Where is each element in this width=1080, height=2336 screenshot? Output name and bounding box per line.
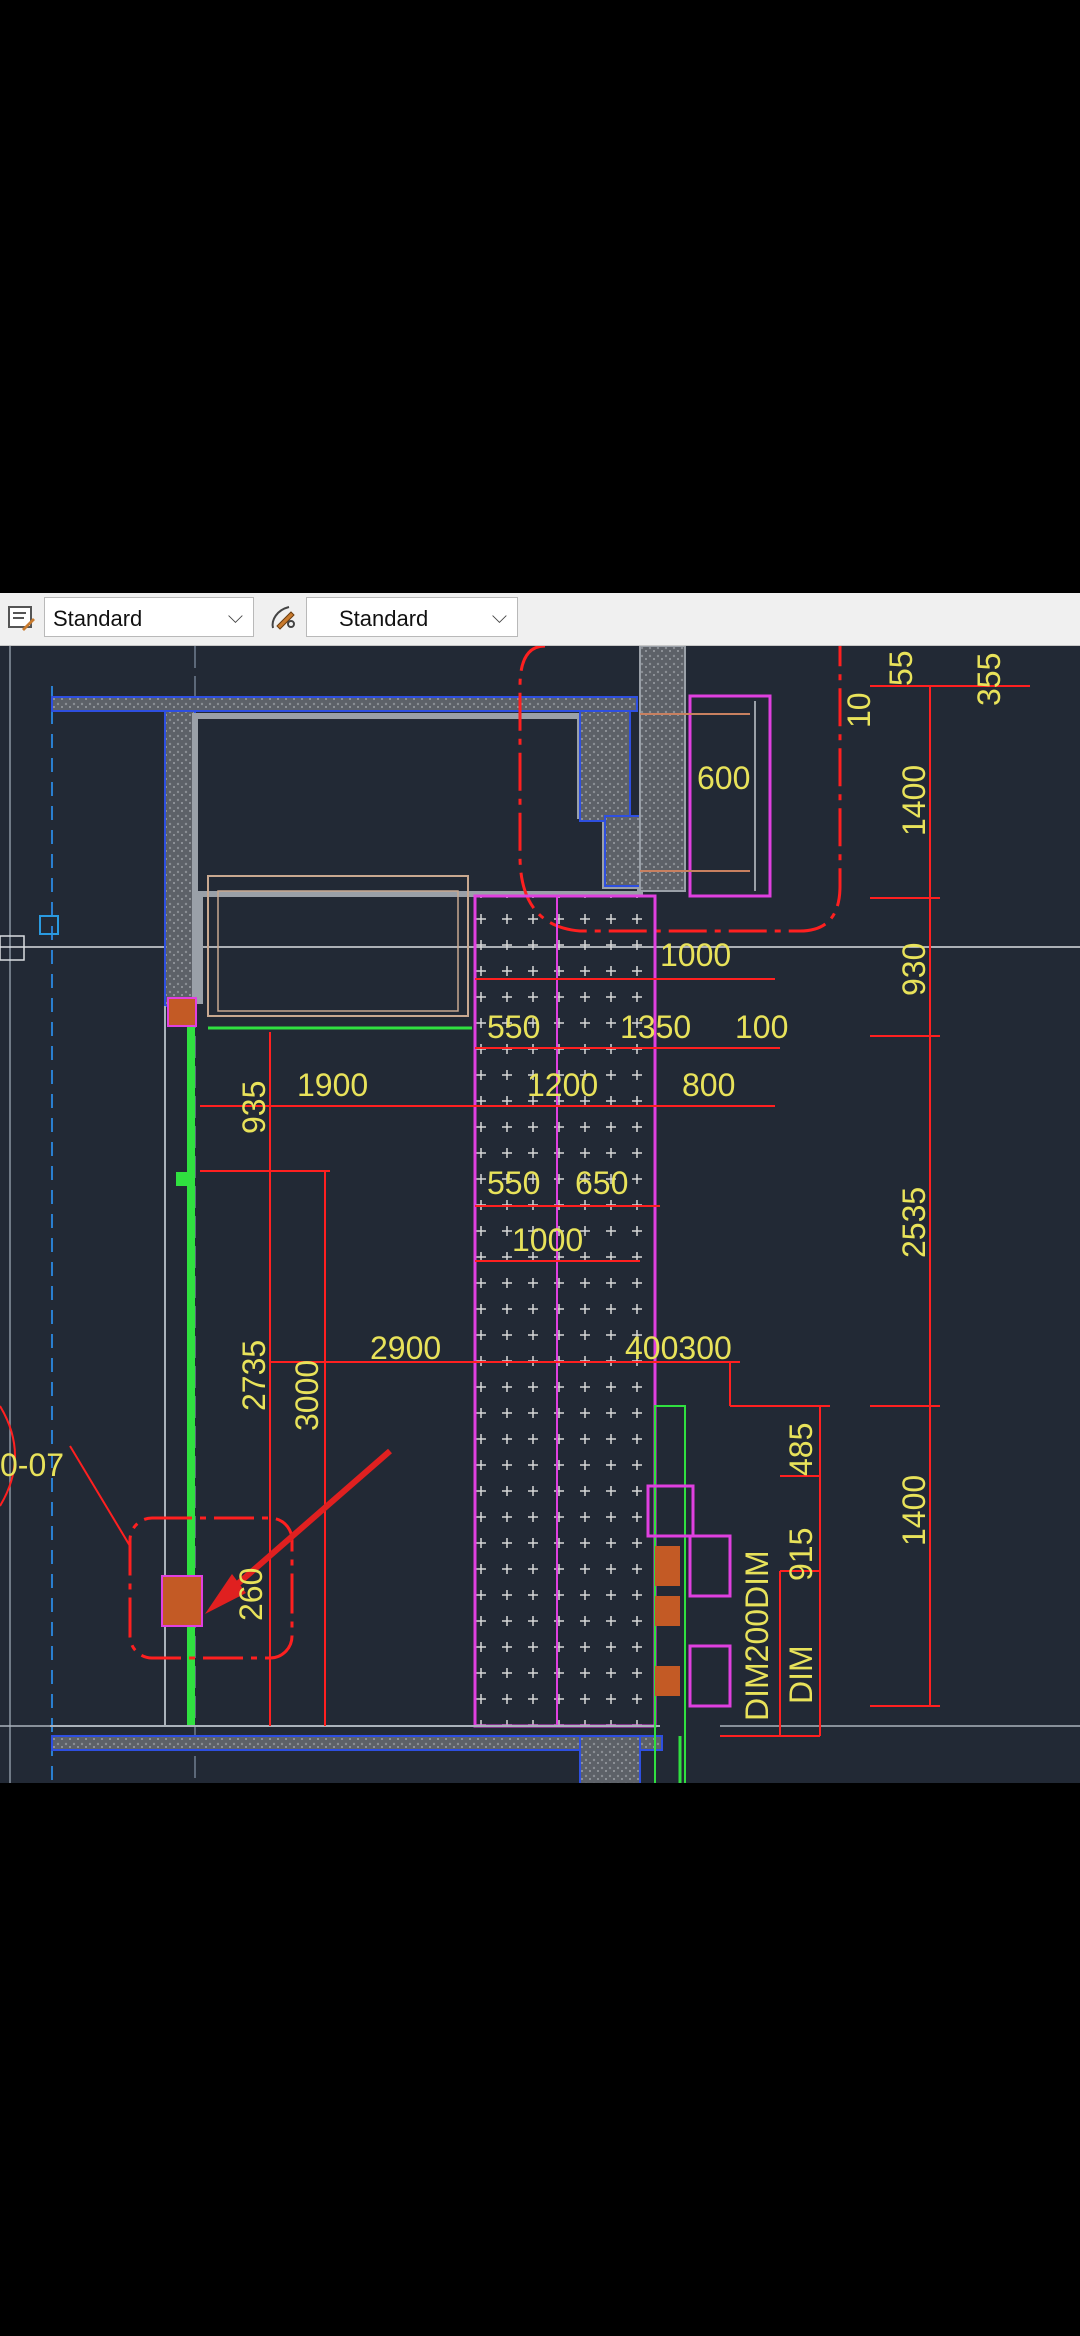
dim-text: 1400 (896, 765, 932, 836)
dim-style-value: Standard (339, 606, 429, 631)
ucs-icon (39, 915, 59, 935)
cad-drawing-canvas[interactable]: 55 10 355 600 1400 1000 930 550 1350 100… (0, 646, 1080, 1783)
dim-text: 1900 (297, 1067, 368, 1103)
dim-text: DIM200DIM (739, 1550, 775, 1721)
dim-text: 550 (487, 1009, 540, 1045)
dim-text: 260 (233, 1568, 269, 1621)
cursor-pickbox (0, 935, 25, 961)
dim-text: 2535 (896, 1187, 932, 1258)
dim-text: 400300 (625, 1330, 732, 1366)
window-inner (217, 890, 459, 1012)
frame-detail (167, 997, 197, 1027)
dim-text: 930 (896, 943, 932, 996)
dim-style-select[interactable]: Standard ⌵ (306, 597, 518, 637)
dim-text: 2735 (236, 1340, 272, 1411)
dim-style-icon[interactable] (266, 601, 300, 635)
dim-text: 355 (971, 653, 1007, 706)
dim-text: 100 (735, 1009, 788, 1045)
column-block (579, 1735, 641, 1783)
text-style-select[interactable]: Standard ⌵ (44, 597, 254, 637)
chevron-down-icon: ⌵ (491, 606, 507, 628)
floor-slab-top (51, 696, 638, 712)
dim-text: 550 (487, 1165, 540, 1201)
chevron-down-icon: ⌵ (227, 606, 243, 628)
dim-text: 3000 (289, 1360, 325, 1431)
dim-text: 915 (783, 1528, 819, 1581)
dim-text: 2900 (370, 1330, 441, 1366)
detail-label: 0-07 (0, 1447, 64, 1483)
dim-text: 1000 (512, 1222, 583, 1258)
dim-text: 485 (783, 1423, 819, 1476)
floor-slab-bottom (51, 1735, 663, 1751)
dim-text: 935 (236, 1081, 272, 1134)
dim-text: 1000 (660, 937, 731, 973)
window-box (688, 694, 772, 898)
style-toolbar: Standard ⌵ Standard ⌵ (0, 593, 1080, 646)
dim-text: 650 (575, 1165, 628, 1201)
column-block (639, 646, 686, 892)
wall-left (164, 710, 196, 1007)
dim-text: 1200 (527, 1067, 598, 1103)
column-block (579, 710, 631, 822)
dim-text: 600 (697, 760, 750, 796)
dim-text: 800 (682, 1067, 735, 1103)
text-style-icon[interactable] (4, 601, 38, 635)
dim-text: DIM (783, 1645, 819, 1704)
dim-text: 55 (883, 650, 919, 686)
dim-text: 1400 (896, 1475, 932, 1546)
text-style-value: Standard (53, 606, 143, 631)
dim-text: 1350 (620, 1009, 691, 1045)
dim-text: 10 (841, 692, 877, 728)
